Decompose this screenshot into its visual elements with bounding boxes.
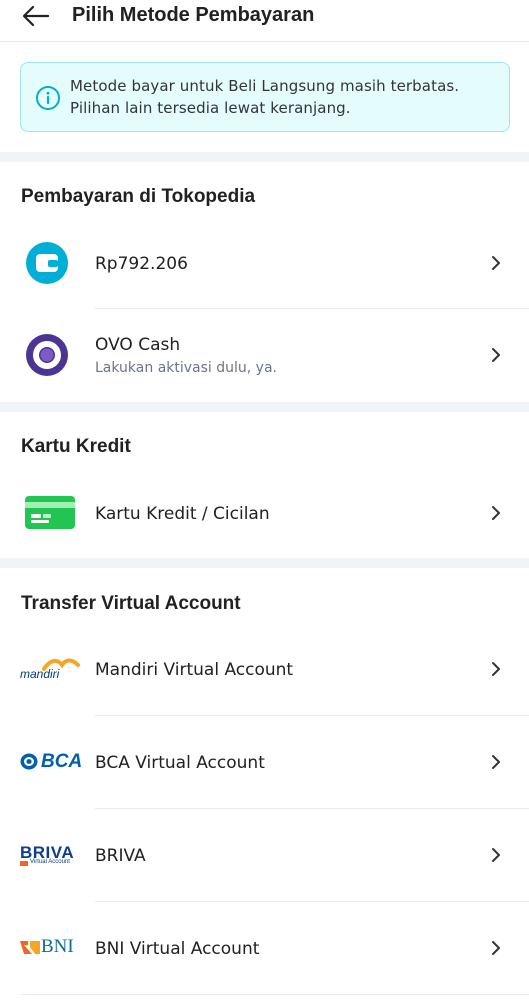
payment-label: Kartu Kredit / Cicilan	[95, 504, 270, 524]
page-title: Pilih Metode Pembayaran	[72, 4, 315, 26]
chevron-right-icon	[492, 941, 500, 955]
info-banner-text: Metode bayar untuk Beli Langsung masih t…	[70, 77, 460, 117]
credit-card-icon	[25, 496, 75, 529]
section-title-va: Transfer Virtual Account	[21, 593, 241, 614]
briva-logo-accent	[20, 861, 28, 866]
arrow-left-icon[interactable]	[20, 4, 52, 28]
payment-row-briva[interactable]: BRIVA Virtual Account BRIVA	[0, 809, 529, 902]
chevron-right-icon	[492, 662, 500, 676]
bca-emblem-icon	[20, 753, 38, 770]
payment-label: BRIVA	[95, 846, 146, 866]
payment-row-ovo[interactable]: OVO Cash Lakukan aktivasi dulu, ya.	[0, 309, 529, 402]
payment-row-mandiri[interactable]: mandiri Mandiri Virtual Account	[0, 623, 529, 716]
payment-row-credit-card[interactable]: Kartu Kredit / Cicilan	[0, 466, 529, 558]
payment-label: BNI Virtual Account	[95, 939, 260, 959]
section-divider	[0, 152, 529, 162]
chevron-right-icon	[492, 348, 500, 362]
payment-label: OVO Cash	[95, 335, 181, 355]
mandiri-logo-icon: mandiri	[20, 657, 82, 683]
info-icon	[36, 86, 60, 110]
payment-label: Mandiri Virtual Account	[95, 660, 294, 680]
chevron-right-icon	[492, 848, 500, 862]
chevron-right-icon	[492, 256, 500, 270]
bca-logo-icon: BCA	[20, 751, 83, 772]
section-divider	[0, 402, 529, 412]
payment-label: BCA Virtual Account	[95, 753, 265, 773]
payment-row-bni[interactable]: BNI BNI Virtual Account	[0, 902, 529, 995]
bca-logo-text: BCA	[41, 751, 83, 772]
payment-sublabel: Lakukan aktivasi dulu, ya.	[95, 360, 277, 376]
mandiri-logo-text: mandiri	[20, 667, 60, 681]
section-title-tokopedia: Pembayaran di Tokopedia	[21, 186, 256, 207]
bni-logo-text: BNI	[41, 936, 74, 957]
briva-logo-icon: BRIVA Virtual Account	[20, 843, 82, 869]
payment-row-bca[interactable]: BCA BCA Virtual Account	[0, 716, 529, 809]
header-bar: Pilih Metode Pembayaran	[0, 0, 529, 42]
section-title-credit: Kartu Kredit	[21, 436, 131, 457]
wallet-icon	[26, 242, 68, 284]
info-banner: Metode bayar untuk Beli Langsung masih t…	[20, 62, 510, 132]
chevron-right-icon	[492, 506, 500, 520]
bni-logo-icon: BNI	[20, 936, 82, 959]
chevron-right-icon	[492, 755, 500, 769]
payment-row-saldo[interactable]: Rp792.206	[0, 216, 529, 309]
row-divider	[20, 994, 529, 995]
bni-emblem-icon	[20, 941, 40, 954]
briva-logo-subtext: Virtual Account	[30, 859, 70, 865]
payment-label: Rp792.206	[95, 254, 188, 274]
section-divider	[0, 558, 529, 568]
ovo-logo-icon	[26, 334, 68, 376]
